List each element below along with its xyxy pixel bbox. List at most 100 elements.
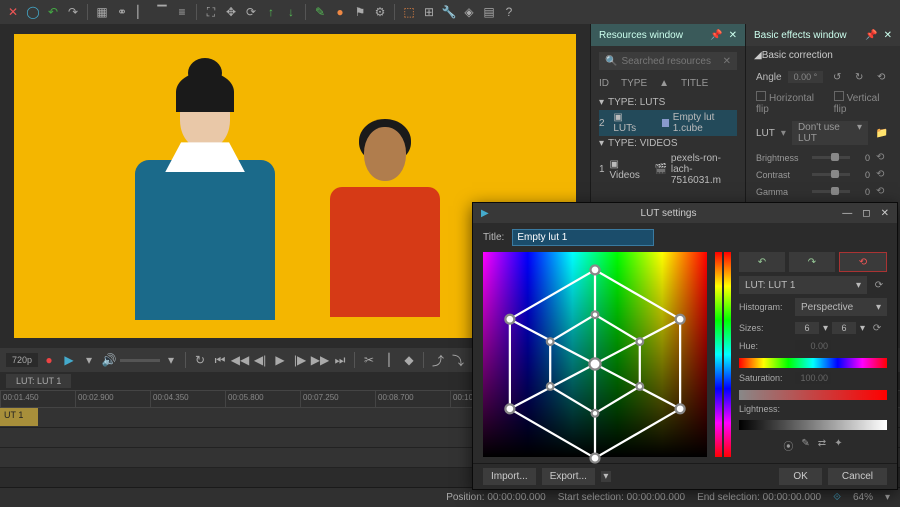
dropdown-icon[interactable]: ▾ bbox=[80, 351, 98, 369]
step-fwd-icon[interactable]: |▶ bbox=[291, 351, 309, 369]
dialog-titlebar[interactable]: ▶ LUT settings — ◻ ✕ bbox=[473, 203, 897, 223]
eyedropper-add-icon[interactable]: ✎ bbox=[801, 438, 809, 453]
refresh-icon[interactable]: ⟳ bbox=[869, 320, 885, 336]
align-left-icon[interactable]: ▏ bbox=[133, 3, 151, 21]
skip-end-icon[interactable]: ⏭ bbox=[331, 351, 349, 369]
search-input[interactable]: 🔍 Searched resources ✕ bbox=[599, 52, 737, 70]
folder-icon[interactable]: 📁 bbox=[874, 125, 890, 141]
lut-select[interactable]: LUT: LUT 1▾ bbox=[739, 276, 867, 294]
redo-icon[interactable]: ↷ bbox=[64, 3, 82, 21]
group-icon[interactable]: ⬚ bbox=[400, 3, 418, 21]
split-icon[interactable]: ⎮ bbox=[380, 351, 398, 369]
close-icon[interactable]: ✕ bbox=[4, 3, 22, 21]
shape-icon[interactable]: ◯ bbox=[24, 3, 42, 21]
wrench-icon[interactable]: 🔧 bbox=[440, 3, 458, 21]
reset-icon[interactable]: ⟲ bbox=[876, 186, 890, 197]
next-frame-icon[interactable]: ▶▶ bbox=[311, 351, 329, 369]
pin-icon[interactable]: 📌 bbox=[710, 30, 722, 41]
clip-lut[interactable]: UT 1 bbox=[0, 408, 38, 426]
move-icon[interactable]: ✥ bbox=[222, 3, 240, 21]
speaker-icon[interactable]: 🔊 bbox=[100, 351, 118, 369]
record-icon[interactable]: ● bbox=[40, 351, 58, 369]
undo-button[interactable]: ↶ bbox=[739, 252, 785, 272]
loop-icon[interactable]: ↻ bbox=[191, 351, 209, 369]
reset-button[interactable]: ⟲ bbox=[839, 252, 887, 272]
close-panel-icon[interactable]: ✕ bbox=[884, 30, 892, 41]
saturation-value[interactable]: 100.00 bbox=[795, 372, 831, 384]
rotate-cw-icon[interactable]: ↻ bbox=[851, 69, 867, 85]
cut-icon[interactable]: ✂ bbox=[360, 351, 378, 369]
video-item[interactable]: 1 ▣ Videos 🎬 pexels-ron-lach-7516031.m bbox=[599, 151, 737, 188]
step-back-icon[interactable]: ◀| bbox=[251, 351, 269, 369]
vflip-checkbox[interactable]: Vertical flip bbox=[834, 91, 890, 115]
lightness-slider[interactable] bbox=[739, 420, 887, 430]
help-icon[interactable]: ? bbox=[500, 3, 518, 21]
volume-slider[interactable] bbox=[120, 359, 160, 362]
reset-icon[interactable]: ⟲ bbox=[876, 169, 890, 180]
hflip-checkbox[interactable]: Horizontal flip bbox=[756, 91, 824, 115]
import-icon[interactable]: ⤵ bbox=[449, 351, 467, 369]
histogram-dropdown[interactable]: Perspective▾ bbox=[795, 298, 887, 316]
export-icon[interactable]: ⤴ bbox=[429, 351, 447, 369]
lut-dropdown[interactable]: Don't use LUT▾ bbox=[792, 121, 868, 145]
size2-input[interactable]: 6 bbox=[832, 322, 856, 334]
rotate-icon[interactable]: ⟳ bbox=[242, 3, 260, 21]
hue-bars[interactable] bbox=[715, 252, 731, 457]
size1-input[interactable]: 6 bbox=[795, 322, 819, 334]
ok-button[interactable]: OK bbox=[779, 468, 821, 485]
cancel-button[interactable]: Cancel bbox=[828, 468, 887, 485]
hue-slider[interactable] bbox=[739, 358, 887, 368]
swap-icon[interactable]: ⇄ bbox=[818, 438, 826, 453]
undo-icon[interactable]: ↶ bbox=[44, 3, 62, 21]
dropdown-icon[interactable]: ▾ bbox=[162, 351, 180, 369]
angle-input[interactable]: 0.00 ° bbox=[788, 71, 824, 83]
play-icon[interactable]: ▶ bbox=[60, 351, 78, 369]
arrow-up-icon[interactable]: ↑ bbox=[262, 3, 280, 21]
record-icon[interactable]: ● bbox=[331, 3, 349, 21]
group-luts[interactable]: ▾ TYPE: LUTS bbox=[599, 95, 737, 110]
close-icon[interactable]: ✕ bbox=[881, 208, 889, 219]
play-icon[interactable]: ▶ bbox=[271, 351, 289, 369]
slider-track[interactable] bbox=[812, 173, 850, 176]
reset-icon[interactable]: ⟲ bbox=[876, 152, 890, 163]
color-picker[interactable] bbox=[483, 252, 707, 457]
marker-icon[interactable]: ◆ bbox=[400, 351, 418, 369]
zoom-level[interactable]: 64% bbox=[853, 492, 873, 503]
grid-icon[interactable]: ▦ bbox=[93, 3, 111, 21]
maximize-icon[interactable]: ◻ bbox=[862, 208, 870, 219]
zoom-dropdown-icon[interactable]: ▾ bbox=[885, 492, 890, 503]
slider-track[interactable] bbox=[812, 190, 850, 193]
resource-columns[interactable]: ID TYPE▲ TITLE bbox=[591, 76, 745, 91]
group-videos[interactable]: ▾ TYPE: VIDEOS bbox=[599, 136, 737, 151]
redo-button[interactable]: ↷ bbox=[789, 252, 835, 272]
resolution-label[interactable]: 720p bbox=[6, 353, 38, 367]
lut-item[interactable]: 2 ▣ LUTs Empty lut 1.cube bbox=[599, 110, 737, 136]
link-icon[interactable]: ⚭ bbox=[113, 3, 131, 21]
sync-icon[interactable]: ⟐ bbox=[833, 492, 841, 503]
hue-value[interactable]: 0.00 bbox=[795, 340, 831, 352]
basic-correction-header[interactable]: ◢ Basic correction bbox=[746, 46, 900, 65]
layers-icon[interactable]: ▤ bbox=[480, 3, 498, 21]
pin-icon[interactable]: 📌 bbox=[865, 30, 877, 41]
rotate-ccw-icon[interactable]: ↺ bbox=[829, 69, 845, 85]
arrow-down-icon[interactable]: ↓ bbox=[282, 3, 300, 21]
reset-angle-icon[interactable]: ⟲ bbox=[873, 69, 889, 85]
ungroup-icon[interactable]: ⊞ bbox=[420, 3, 438, 21]
prev-frame-icon[interactable]: ◀◀ bbox=[231, 351, 249, 369]
eyedropper-icon[interactable]: ⦿ bbox=[783, 438, 793, 453]
paint-icon[interactable]: ✎ bbox=[311, 3, 329, 21]
wand-icon[interactable]: ✦ bbox=[834, 438, 842, 453]
align-dist-icon[interactable]: ≡ bbox=[173, 3, 191, 21]
close-panel-icon[interactable]: ✕ bbox=[729, 30, 737, 41]
skip-start-icon[interactable]: ⏮ bbox=[211, 351, 229, 369]
slider-track[interactable] bbox=[812, 156, 850, 159]
minimize-icon[interactable]: — bbox=[842, 208, 852, 219]
title-input[interactable] bbox=[512, 229, 654, 246]
settings-icon[interactable]: ⚙ bbox=[371, 3, 389, 21]
crop-icon[interactable]: ⛶ bbox=[202, 3, 220, 21]
refresh-icon[interactable]: ⟳ bbox=[871, 277, 887, 293]
timeline-tab[interactable]: LUT: LUT 1 bbox=[6, 374, 71, 388]
flag-icon[interactable]: ⚑ bbox=[351, 3, 369, 21]
saturation-slider[interactable] bbox=[739, 390, 887, 400]
marker-icon[interactable]: ◈ bbox=[460, 3, 478, 21]
